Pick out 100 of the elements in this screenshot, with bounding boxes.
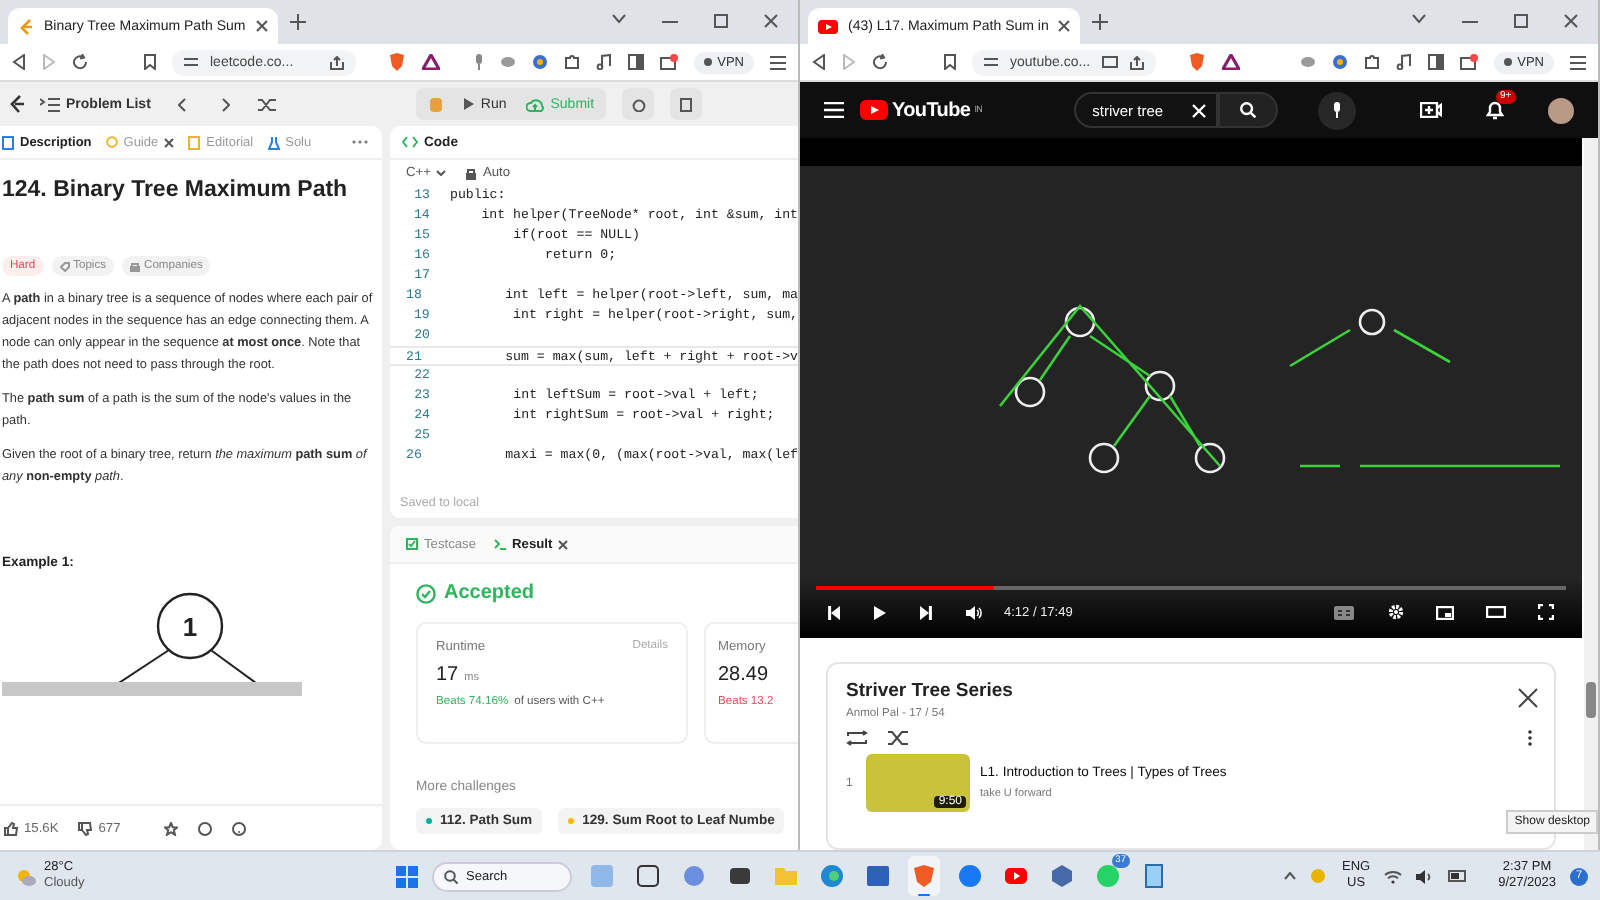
back-icon[interactable] [12,54,26,70]
reload-icon[interactable] [72,54,88,70]
shuffle-icon[interactable] [258,97,277,111]
bell-icon[interactable] [1486,100,1504,120]
new-tab-icon[interactable] [289,14,306,30]
site-settings-icon [184,56,198,68]
captions-icon[interactable] [1334,605,1354,619]
maximize-icon[interactable] [714,14,728,28]
clear-icon[interactable] [1192,103,1207,117]
music-icon[interactable] [595,54,612,70]
close-icon[interactable] [164,137,175,147]
menu-icon[interactable] [1570,55,1586,69]
help-icon[interactable] [232,821,247,835]
notepad-icon [1142,864,1166,888]
play-logo-icon [860,100,888,120]
menu-icon[interactable] [770,55,786,69]
settings-icon[interactable] [1388,604,1404,620]
status-dot-icon [426,818,432,824]
theater-mode-icon[interactable] [1486,606,1506,618]
dot-icon [703,58,712,66]
shield-icon[interactable] [1188,52,1206,72]
cloud-upload-icon [526,97,545,111]
shield-icon[interactable] [388,52,406,72]
flask-icon [267,135,280,149]
reload-icon[interactable] [872,54,888,70]
close-icon[interactable] [558,539,569,549]
chevron-down-icon[interactable] [612,14,626,24]
check-circle-icon [416,583,436,603]
back-icon[interactable] [812,54,826,70]
loop-icon[interactable] [846,730,868,746]
scrollbar-thumb [1586,682,1596,718]
puzzle-icon[interactable] [563,54,580,70]
chevron-up-icon[interactable] [1283,872,1296,880]
bookmark-icon[interactable] [144,54,156,70]
chevron-down-icon [436,170,447,176]
cube-icon [1050,864,1074,888]
previous-icon[interactable] [828,605,840,619]
search-button[interactable] [1218,92,1279,128]
leetcode-logo-icon [18,17,34,35]
wifi-icon[interactable] [1384,869,1403,883]
maximize-icon[interactable] [1514,14,1528,28]
code-icon [402,136,418,148]
wallet-icon[interactable] [1459,54,1478,70]
folder-icon [774,864,798,888]
playlist-title: Striver Tree Series [846,680,1013,702]
sidebar-icon[interactable] [1427,54,1444,70]
close-icon[interactable] [1564,14,1578,28]
task-view-icon [636,864,660,888]
youtube-logo-icon [818,19,838,33]
chat-bubble-icon [1096,864,1120,888]
close-icon[interactable] [1518,688,1538,708]
sidebar-icon[interactable] [627,54,644,70]
start-icon[interactable] [396,865,418,887]
create-video-icon[interactable] [1420,102,1442,118]
star-icon[interactable] [164,821,179,835]
chat-app-icon [728,864,752,888]
chevron-left-icon[interactable] [178,97,187,111]
shuffle-icon[interactable] [888,730,908,746]
music-icon[interactable] [1395,54,1412,70]
note-icon [680,97,693,111]
triangle-icon[interactable] [1222,54,1240,70]
leetcode-logo-icon [8,94,24,114]
document-icon [2,135,14,149]
alarm-button[interactable] [622,88,655,120]
new-tab-icon[interactable] [1092,14,1109,30]
microphone-icon[interactable] [473,54,484,70]
tree-diagram: 1 [89,592,283,682]
avatar[interactable] [1548,97,1574,123]
triangle-icon[interactable] [422,54,440,70]
close-icon[interactable] [764,14,778,28]
list-icon [40,97,60,111]
fullscreen-icon[interactable] [1538,604,1554,620]
close-icon[interactable] [255,20,268,32]
chevron-down-icon[interactable] [1412,14,1426,24]
social-app-icon [958,864,982,888]
chevron-right-icon[interactable] [222,97,231,111]
volume-icon[interactable] [966,605,982,619]
voice-search-button[interactable] [1318,91,1357,129]
status-dot-icon [568,818,575,824]
notes-button[interactable] [670,88,703,120]
bookmark-icon[interactable] [944,54,956,70]
play-icon[interactable] [874,605,886,619]
video-app-icon [1004,864,1028,888]
battery-icon[interactable] [1448,870,1469,882]
checkbox-icon [406,538,418,550]
stat-value: 17 [436,664,459,686]
weather-icon [16,867,36,885]
search-icon [444,869,458,883]
terminal-icon [494,538,507,550]
next-icon[interactable] [920,605,932,619]
miniplayer-icon[interactable] [1436,605,1454,619]
lock-icon [466,167,477,179]
wallet-icon[interactable] [659,54,678,70]
puzzle-icon[interactable] [1363,54,1380,70]
store-icon [866,864,890,888]
volume-icon[interactable] [1416,869,1435,883]
cast-icon[interactable] [1102,55,1119,69]
close-icon[interactable] [1058,20,1071,32]
microphone-icon [1332,102,1343,118]
book-icon [188,135,201,149]
